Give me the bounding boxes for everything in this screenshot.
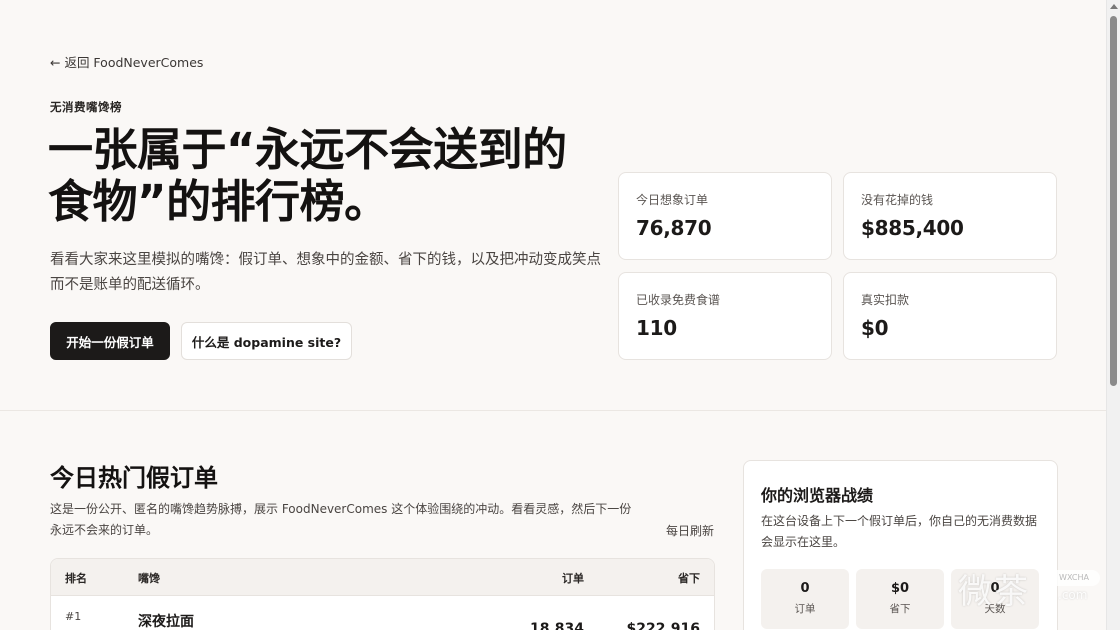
browser-stats-description: 在这台设备上下一个假订单后，你自己的无消费数据会显示在这里。	[761, 514, 1038, 549]
mini-stat-label: 订单	[794, 603, 816, 615]
scroll-up-arrow-icon[interactable]	[1110, 4, 1118, 9]
mini-stat-saved: $0 省下	[856, 569, 944, 629]
stat-value: $885,400	[861, 216, 964, 240]
stat-card-money-not-spent: 没有花掉的钱 $885,400	[843, 172, 1057, 260]
row-saved: $222,916	[626, 621, 700, 630]
watermark-badge: WXCHA	[1048, 570, 1100, 586]
stat-card-free-recipes: 已收录免费食谱 110	[618, 272, 832, 360]
row-orders: 18,834	[529, 621, 584, 630]
column-header-orders: 订单	[562, 572, 584, 585]
section-divider	[0, 410, 1106, 411]
stat-card-imagined-orders: 今日想象订单 76,870	[618, 172, 832, 260]
hero-description: 看看大家来这里模拟的嘴馋：假订单、想象中的金额、省下的钱，以及把冲动变成笑点而不…	[50, 252, 601, 293]
stat-label: 没有花掉的钱	[861, 193, 934, 207]
scrollbar-thumb[interactable]	[1110, 16, 1117, 386]
trending-table: 排名 嘴馋 订单 省下 #1 深夜拉面 18,834 $222,916	[50, 558, 715, 630]
watermark-suffix: .com	[1058, 588, 1088, 602]
row-rank: #1	[65, 610, 82, 623]
watermark-logo: 微茶 WXCHA .com	[958, 560, 1104, 612]
row-snack: 深夜拉面	[138, 614, 194, 630]
refresh-label: 每日刷新	[666, 524, 715, 538]
stat-label: 真实扣款	[861, 293, 910, 307]
back-link[interactable]: ← 返回 FoodNeverComes	[50, 52, 203, 71]
hero-title: 一张属于“永远不会送到的食物”的排行榜。	[48, 123, 567, 228]
browser-stats-title: 你的浏览器战绩	[761, 486, 874, 505]
mini-stat-value: $0	[890, 581, 910, 596]
stat-card-real-charges: 真实扣款 $0	[843, 272, 1057, 360]
vertical-scrollbar[interactable]	[1106, 0, 1120, 630]
trending-title: 今日热门假订单	[50, 464, 218, 492]
mini-stat-orders: 0 订单	[761, 569, 849, 629]
stat-value: 110	[636, 316, 677, 340]
trending-description: 这是一份公开、匿名的嘴馋趋势脉搏，展示 FoodNeverComes 这个体验围…	[50, 502, 632, 537]
mini-stat-label: 省下	[889, 603, 911, 615]
start-fake-order-button[interactable]: 开始一份假订单	[50, 322, 170, 360]
mini-stat-value: 0	[800, 581, 810, 596]
what-is-dopamine-site-button[interactable]: 什么是 dopamine site?	[181, 322, 352, 360]
column-header-rank: 排名	[65, 572, 87, 585]
stat-value: 76,870	[636, 216, 712, 240]
stat-label: 今日想象订单	[636, 193, 709, 207]
column-header-saved: 省下	[678, 572, 700, 585]
page: ← 返回 FoodNeverComes 无消费嘴馋榜 一张属于“永远不会送到的食…	[0, 0, 1106, 630]
eyebrow-label: 无消费嘴馋榜	[50, 100, 122, 114]
stat-value: $0	[861, 316, 889, 340]
stat-label: 已收录免费食谱	[636, 293, 721, 307]
watermark-text: 微茶	[958, 572, 1030, 612]
table-header: 排名 嘴馋 订单 省下	[51, 559, 714, 596]
column-header-snack: 嘴馋	[138, 572, 160, 585]
